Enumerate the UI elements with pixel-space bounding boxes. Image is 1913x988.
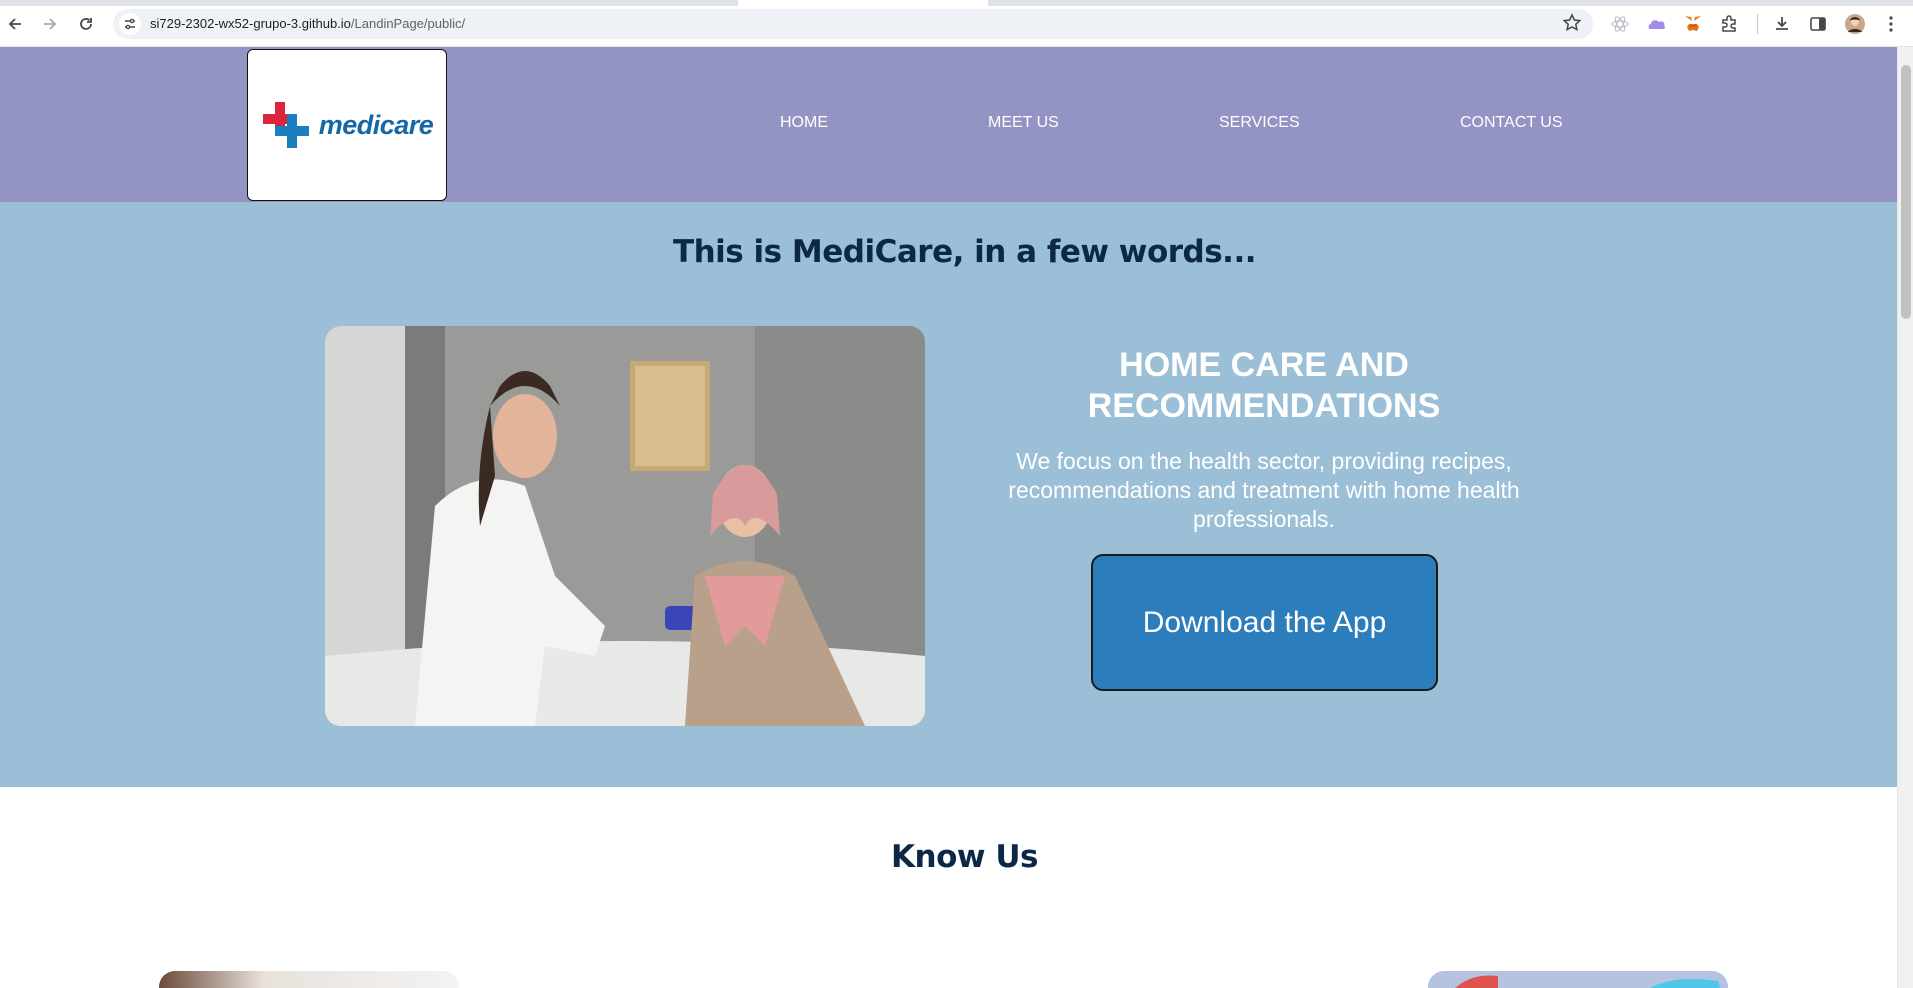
know-us-title: Know Us [891,839,1038,875]
extensions-puzzle-icon[interactable] [1717,12,1741,36]
extension-metamask-icon[interactable] [1681,12,1705,36]
hero-content: HOME CARE AND RECOMMENDATIONS We focus o… [962,345,1566,534]
nav-meet-us[interactable]: MEET US [988,114,1059,132]
address-bar[interactable]: si729-2302-wx52-grupo-3.github.io/Landin… [113,9,1593,39]
tab-strip [0,0,1913,6]
extension-react-icon[interactable] [1608,12,1632,36]
nav-services[interactable]: SERVICES [1219,114,1300,132]
menu-kebab-icon[interactable] [1879,12,1903,36]
medical-cross-icon [262,102,309,148]
hero-description: We focus on the health sector, providing… [1008,448,1520,532]
url-path: /LandinPage/public/ [350,16,466,31]
logo-wordmark: medicare [318,109,434,140]
hero-section: This is MediCare, in a few words... HOME… [0,202,1897,787]
active-tab[interactable] [738,0,988,6]
download-app-button[interactable]: Download the App [1091,554,1438,691]
side-panel-icon[interactable] [1806,12,1830,36]
reload-icon[interactable] [74,12,98,36]
nav-contact-us[interactable]: CONTACT US [1460,114,1563,132]
hero-heading: HOME CARE AND RECOMMENDATIONS [1087,346,1441,425]
profile-avatar[interactable] [1843,12,1867,36]
site-info-icon[interactable] [119,13,141,35]
back-icon[interactable] [3,12,27,36]
decorative-shape-icon [1455,975,1721,988]
url-text[interactable]: si729-2302-wx52-grupo-3.github.io/Landin… [150,16,465,31]
toolbar-separator [1757,14,1758,34]
doctor-patient-photo [325,326,925,726]
page-scrollbar[interactable] [1897,47,1913,988]
page-viewport: medicare HOME MEET US SERVICES CONTACT U… [0,47,1897,988]
site-header: medicare HOME MEET US SERVICES CONTACT U… [0,47,1897,202]
forward-icon[interactable] [38,12,62,36]
team-member-photo [1428,971,1728,988]
team-member-photo [159,971,459,988]
bookmark-star-icon[interactable] [1561,12,1583,34]
scrollbar-thumb[interactable] [1901,65,1911,319]
nav-home[interactable]: HOME [780,114,828,132]
download-icon[interactable] [1770,12,1794,36]
extension-cloud-icon[interactable] [1645,12,1669,36]
medicare-logo[interactable]: medicare [247,49,447,201]
hero-title: This is MediCare, in a few words... [672,234,1257,270]
url-domain: si729-2302-wx52-grupo-3.github.io [150,16,351,31]
browser-toolbar: si729-2302-wx52-grupo-3.github.io/Landin… [0,0,1913,47]
